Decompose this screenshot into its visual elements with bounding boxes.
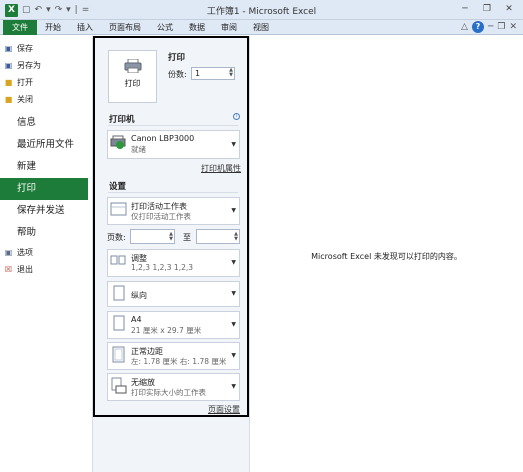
highlight-frame xyxy=(93,36,249,417)
save-icon: ▣ xyxy=(4,44,13,53)
close-folder-icon: ■ xyxy=(4,95,13,104)
ribbon-tabs: 文件 开始 插入 页面布局 公式 数据 审阅 视图 xyxy=(3,20,277,35)
title-bar: X ▢ ↶ ▾ ↷ ▾ | = 工作簿1 - Microsoft Excel ─… xyxy=(0,0,523,20)
nav-open-label: 打开 xyxy=(17,78,33,87)
nav-new[interactable]: 新建 xyxy=(0,156,92,178)
nav-save-label: 保存 xyxy=(17,44,33,53)
nav-info[interactable]: 信息 xyxy=(0,112,92,134)
nav-exit-label: 退出 xyxy=(17,265,33,274)
doc-minimize-icon[interactable]: ─ xyxy=(488,22,493,32)
ribbon-right-controls: △ ? ─ ❐ ✕ xyxy=(461,21,517,33)
doc-close-icon[interactable]: ✕ xyxy=(509,22,517,32)
save-as-icon: ▣ xyxy=(4,61,13,70)
nav-save[interactable]: ▣ 保存 xyxy=(0,40,92,57)
nav-recent[interactable]: 最近所用文件 xyxy=(0,134,92,156)
nav-close[interactable]: ■ 关闭 xyxy=(0,91,92,108)
preview-message: Microsoft Excel 未发现可以打印的内容。 xyxy=(311,252,462,261)
tab-data[interactable]: 数据 xyxy=(181,20,213,35)
tab-page-layout[interactable]: 页面布局 xyxy=(101,20,149,35)
nav-exit[interactable]: ☒ 退出 xyxy=(0,261,92,278)
nav-close-label: 关闭 xyxy=(17,95,33,104)
nav-save-send[interactable]: 保存并发送 xyxy=(0,200,92,222)
tab-file[interactable]: 文件 xyxy=(3,20,37,35)
tab-review[interactable]: 审阅 xyxy=(213,20,245,35)
open-folder-icon: ■ xyxy=(4,78,13,87)
nav-print[interactable]: 打印 xyxy=(0,178,88,200)
nav-save-as[interactable]: ▣ 另存为 xyxy=(0,57,92,74)
nav-options[interactable]: ▣ 选项 xyxy=(0,244,92,261)
close-icon[interactable]: ✕ xyxy=(501,3,517,16)
nav-save-as-label: 另存为 xyxy=(17,61,41,70)
tab-formulas[interactable]: 公式 xyxy=(149,20,181,35)
nav-open[interactable]: ■ 打开 xyxy=(0,74,92,91)
options-icon: ▣ xyxy=(4,248,13,257)
ribbon-minimize-icon[interactable]: △ xyxy=(461,22,468,32)
nav-help[interactable]: 帮助 xyxy=(0,222,92,244)
help-icon[interactable]: ? xyxy=(471,21,484,33)
window-title: 工作簿1 - Microsoft Excel xyxy=(206,7,317,17)
print-preview: Microsoft Excel 未发现可以打印的内容。 xyxy=(249,36,523,472)
ribbon: 文件 开始 插入 页面布局 公式 数据 审阅 视图 △ ? ─ ❐ ✕ xyxy=(0,20,523,35)
minimize-icon[interactable]: ─ xyxy=(457,3,473,16)
exit-icon: ☒ xyxy=(4,265,13,274)
doc-restore-icon[interactable]: ❐ xyxy=(497,22,505,32)
tab-view[interactable]: 视图 xyxy=(245,20,277,35)
tab-home[interactable]: 开始 xyxy=(37,20,69,35)
tab-insert[interactable]: 插入 xyxy=(69,20,101,35)
nav-options-label: 选项 xyxy=(17,248,33,257)
window-controls: ─ ❐ ✕ xyxy=(457,3,517,16)
backstage-nav: ▣ 保存 ▣ 另存为 ■ 打开 ■ 关闭 信息 最近所用文件 新建 打印 保存并… xyxy=(0,36,93,472)
restore-icon[interactable]: ❐ xyxy=(479,3,495,16)
